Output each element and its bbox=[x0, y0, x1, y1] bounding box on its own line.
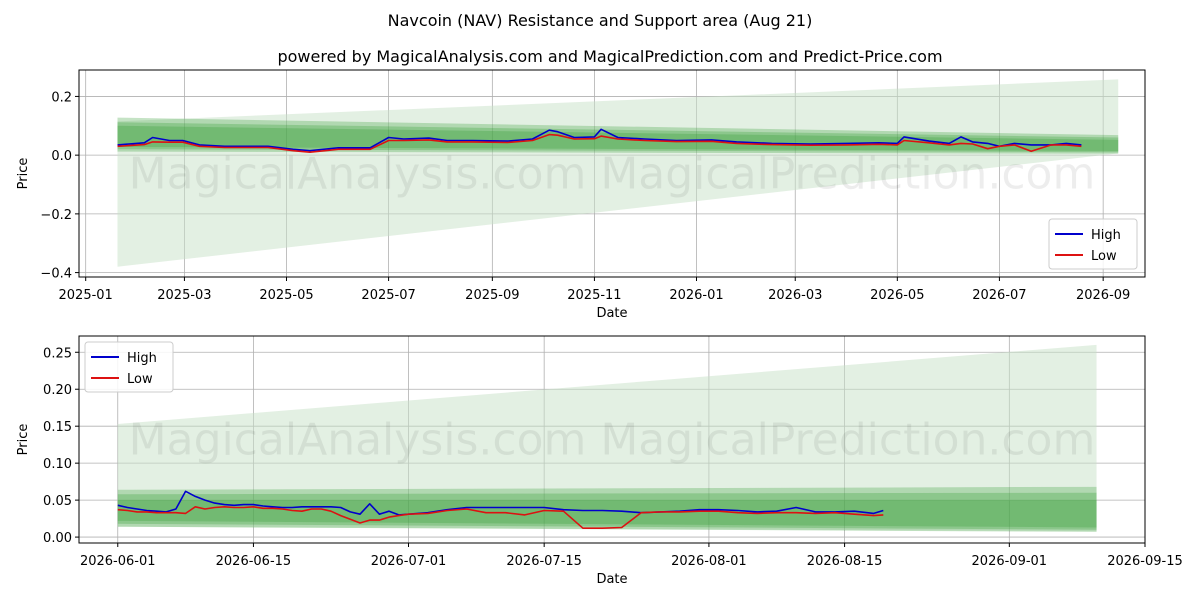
y-tick-label: 0.05 bbox=[43, 494, 72, 509]
x-tick-label: 2026-07-01 bbox=[371, 554, 447, 569]
y-tick-label: 0.25 bbox=[43, 346, 72, 361]
y-tick-label: −0.2 bbox=[40, 208, 72, 223]
x-axis-label: Date bbox=[596, 306, 627, 321]
x-tick-label: 2025-03 bbox=[157, 288, 211, 303]
x-tick-label: 2026-05 bbox=[870, 288, 924, 303]
legend-label-low: Low bbox=[1091, 249, 1117, 264]
x-tick-label: 2026-06-01 bbox=[80, 554, 156, 569]
watermark: MagicalAnalysis.com MagicalPrediction.co… bbox=[129, 415, 1096, 466]
figure: Navcoin (NAV) Resistance and Support are… bbox=[16, 11, 1183, 587]
x-tick-label: 2025-09 bbox=[465, 288, 519, 303]
x-tick-label: 2026-08-15 bbox=[807, 554, 883, 569]
bottom-panel: MagicalAnalysis.com MagicalPrediction.co… bbox=[16, 335, 1183, 587]
x-tick-label: 2026-07 bbox=[972, 288, 1026, 303]
top-panel: MagicalAnalysis.com MagicalPrediction.co… bbox=[16, 69, 1146, 321]
x-tick-label: 2026-09-01 bbox=[972, 554, 1048, 569]
x-tick-label: 2025-07 bbox=[361, 288, 415, 303]
legend-label-high: High bbox=[127, 351, 157, 366]
y-tick-label: 0.0 bbox=[51, 149, 72, 164]
chart-subtitle: powered by MagicalAnalysis.com and Magic… bbox=[277, 47, 942, 66]
watermark: MagicalAnalysis.com MagicalPrediction.co… bbox=[129, 149, 1096, 200]
y-tick-label: 0.00 bbox=[43, 531, 72, 546]
y-axis-label: Price bbox=[16, 424, 31, 456]
legend-label-high: High bbox=[1091, 228, 1121, 243]
x-tick-label: 2025-11 bbox=[567, 288, 621, 303]
x-tick-label: 2026-06-15 bbox=[216, 554, 292, 569]
chart-title: Navcoin (NAV) Resistance and Support are… bbox=[388, 11, 813, 30]
x-tick-label: 2026-09-15 bbox=[1107, 554, 1183, 569]
x-tick-label: 2026-08-01 bbox=[671, 554, 747, 569]
y-tick-label: 0.10 bbox=[43, 457, 72, 472]
x-axis-label: Date bbox=[596, 572, 627, 587]
x-tick-label: 2026-07-15 bbox=[506, 554, 582, 569]
legend-label-low: Low bbox=[127, 372, 153, 387]
y-tick-label: 0.15 bbox=[43, 420, 72, 435]
y-tick-label: 0.2 bbox=[51, 90, 72, 105]
x-tick-label: 2026-09 bbox=[1076, 288, 1130, 303]
x-tick-label: 2025-05 bbox=[259, 288, 313, 303]
y-tick-label: −0.4 bbox=[40, 267, 72, 282]
x-tick-label: 2025-01 bbox=[59, 288, 113, 303]
y-axis-label: Price bbox=[16, 158, 31, 190]
x-tick-label: 2026-01 bbox=[669, 288, 723, 303]
y-tick-label: 0.20 bbox=[43, 383, 72, 398]
x-tick-label: 2026-03 bbox=[768, 288, 822, 303]
